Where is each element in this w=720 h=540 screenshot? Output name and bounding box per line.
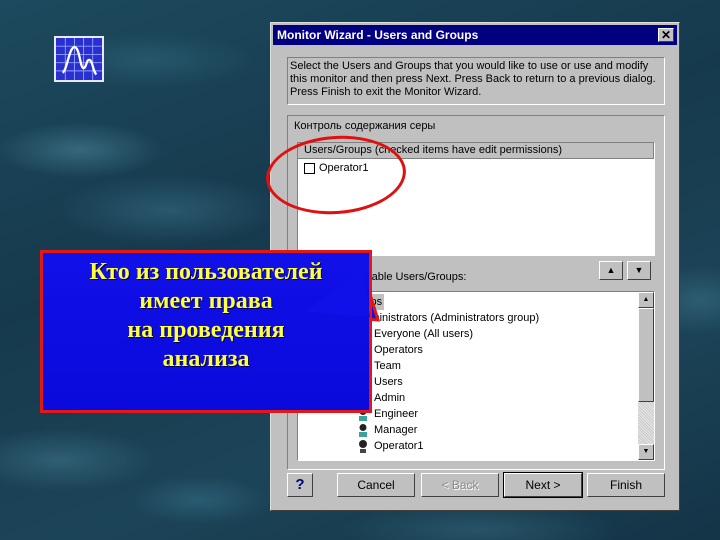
tree-item-label: Operator1 [374, 440, 424, 452]
user-icon [356, 423, 370, 437]
intro-line: this monitor and then press Next. Press … [290, 73, 656, 85]
intro-line: Press Finish to exit the Monitor Wizard. [290, 86, 482, 98]
dialog-title: Monitor Wizard - Users and Groups [277, 28, 479, 42]
move-up-button[interactable]: ▲ [599, 261, 623, 280]
tree-item-label: Operators [374, 344, 423, 356]
callout-line: анализа [162, 346, 250, 372]
tree-item-label: Everyone (All users) [374, 328, 474, 340]
group-title: Контроль содержания серы [294, 120, 436, 132]
close-icon: ✕ [660, 28, 672, 42]
finish-button[interactable]: Finish [587, 473, 665, 497]
tree-item-label: Admin [374, 392, 406, 404]
intro-line: Select the Users and Groups that you wou… [290, 60, 649, 72]
tree-item-label: Manager [374, 424, 418, 436]
intro-text: Select the Users and Groups that you wou… [287, 57, 665, 105]
dialog-titlebar[interactable]: Monitor Wizard - Users and Groups ✕ [273, 25, 677, 45]
cancel-button[interactable]: Cancel [337, 473, 415, 497]
scroll-up-button[interactable]: ▲ [638, 292, 654, 308]
next-button[interactable]: Next > [503, 472, 583, 498]
tree-item-label: Administrators (Administrators group) [357, 312, 540, 324]
tree-item-operator1[interactable]: Operator1 [356, 438, 424, 454]
tree-item-label: Engineer [374, 408, 419, 420]
waveform-chart-icon [54, 36, 104, 82]
arrow-down-icon: ▼ [634, 265, 644, 275]
back-button[interactable]: < Back [421, 473, 499, 497]
callout-text: Кто из пользователей имеет права на пров… [40, 250, 372, 413]
tree-scrollbar[interactable]: ▲ ▼ [638, 292, 654, 460]
scroll-down-button[interactable]: ▼ [638, 444, 654, 460]
tree-item-label: Team [374, 360, 401, 372]
callout-line: на проведения [127, 317, 285, 343]
user-icon [356, 439, 370, 453]
move-down-button[interactable]: ▼ [627, 261, 651, 280]
tree-item-everyone[interactable]: Everyone (All users) [356, 326, 473, 342]
scroll-thumb[interactable] [638, 308, 654, 402]
close-button[interactable]: ✕ [658, 28, 674, 42]
callout-line: Кто из пользователей [89, 259, 323, 285]
help-icon: ? [295, 476, 305, 493]
help-button[interactable]: ? [287, 473, 313, 497]
tree-item-manager[interactable]: Manager [356, 422, 417, 438]
arrow-up-icon: ▲ [606, 265, 616, 275]
tree-item-label: Users [374, 376, 403, 388]
callout-line: имеет права [139, 288, 273, 314]
